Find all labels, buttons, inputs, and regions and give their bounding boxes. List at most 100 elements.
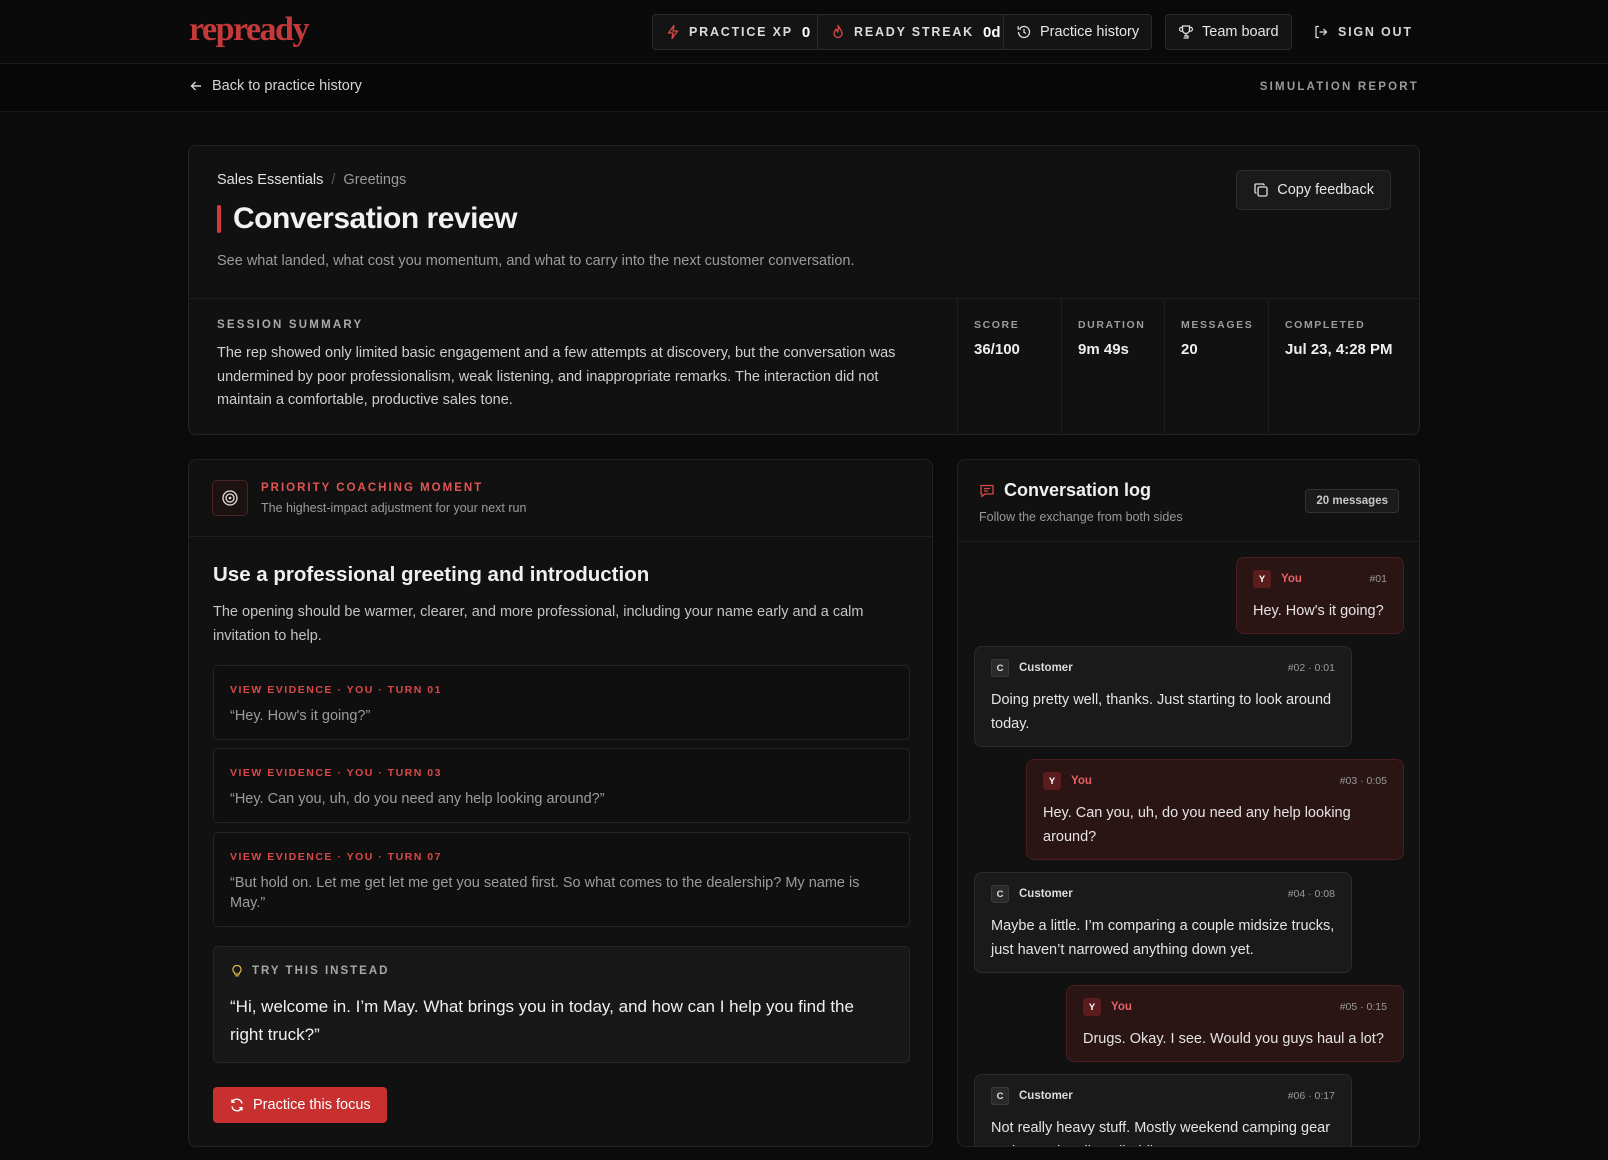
session-summary-text: The rep showed only limited basic engage… — [217, 345, 896, 408]
evidence-tag: VIEW EVIDENCE · YOU · TURN 01 — [230, 684, 442, 696]
conversation-log-subtitle: Follow the exchange from both sides — [979, 510, 1183, 524]
target-icon — [212, 480, 248, 516]
back-link[interactable]: Back to practice history — [189, 78, 362, 94]
conversation-log-title-text: Conversation log — [1004, 480, 1152, 500]
stat-score: SCORE 36/100 — [957, 298, 1061, 435]
message-meta: #06 · 0:17 — [1287, 1090, 1335, 1102]
practice-history-label: Practice history — [1040, 24, 1140, 40]
message-meta: #01 — [1369, 573, 1387, 585]
coaching-kicker: PRIORITY COACHING MOMENT — [261, 482, 484, 494]
title-accent-bar — [217, 205, 221, 233]
practice-focus-button[interactable]: Practice this focus — [213, 1087, 387, 1123]
message-text: Drugs. Okay. I see. Would you guys haul … — [1083, 1031, 1384, 1047]
message-text: Hey. How's it going? — [1253, 603, 1384, 619]
sub-bar: Back to practice history SIMULATION REPO… — [0, 64, 1608, 112]
message-text: Doing pretty well, thanks. Just starting… — [991, 692, 1332, 732]
chat-icon — [979, 483, 995, 499]
try-label: TRY THIS INSTEAD — [230, 964, 389, 978]
chat-message: Y You #03 · 0:05 Hey. Can you, uh, do you … — [1026, 759, 1404, 860]
stat-value: Jul 23, 4:28 PM — [1285, 341, 1393, 358]
stat-value: 9m 49s — [1078, 341, 1129, 358]
breadcrumb: Sales Essentials / Greetings — [217, 172, 406, 188]
coaching-description: The opening should be warmer, clearer, a… — [213, 604, 864, 644]
session-summary-label: SESSION SUMMARY — [217, 319, 364, 331]
message-author: Customer — [1019, 662, 1073, 674]
app-logo[interactable]: repready — [189, 12, 309, 48]
practice-focus-label: Practice this focus — [253, 1097, 371, 1113]
chat-message: C Customer #02 · 0:01 Doing pretty well, t… — [974, 646, 1352, 747]
try-label-text: TRY THIS INSTEAD — [252, 965, 390, 977]
history-icon — [1016, 24, 1032, 40]
sign-out-label: SIGN OUT — [1338, 25, 1413, 39]
avatar: Y — [1083, 998, 1101, 1016]
practice-xp-value: 0 — [801, 23, 811, 41]
page-title: Conversation review — [217, 202, 517, 236]
team-board-button[interactable]: Team board — [1165, 14, 1292, 50]
flame-icon — [830, 24, 846, 40]
message-author: Customer — [1019, 1090, 1073, 1102]
breadcrumb-course[interactable]: Sales Essentials — [217, 172, 323, 188]
conversation-log-title: Conversation log — [979, 480, 1151, 501]
copy-feedback-button[interactable]: Copy feedback — [1236, 170, 1391, 210]
avatar: C — [991, 1087, 1009, 1105]
avatar: C — [991, 885, 1009, 903]
session-summary: SESSION SUMMARY The rep showed only limi… — [217, 319, 927, 413]
message-text: Not really heavy stuff. Mostly weekend c… — [991, 1120, 1331, 1146]
top-nav: repready PRACTICE XP 0 READY STREAK 0d P… — [0, 0, 1608, 64]
stat-label: COMPLETED — [1285, 319, 1366, 331]
coaching-kicker-sub: The highest-impact adjustment for your n… — [261, 501, 527, 515]
copy-feedback-label: Copy feedback — [1277, 182, 1374, 198]
lightbulb-icon — [230, 964, 244, 978]
message-meta: #05 · 0:15 — [1339, 1001, 1387, 1013]
ready-streak-value: 0d — [983, 23, 1001, 41]
try-quote: “Hi, welcome in. I’m May. What brings yo… — [230, 997, 854, 1044]
breadcrumb-lesson: Greetings — [343, 172, 407, 188]
evidence-tag: VIEW EVIDENCE · YOU · TURN 03 — [230, 767, 442, 779]
message-author: You — [1071, 775, 1092, 787]
page-subtitle: See what landed, what cost you momentum,… — [217, 253, 855, 269]
practice-xp-label: PRACTICE XP — [689, 25, 793, 39]
stat-value: 36/100 — [974, 341, 1020, 358]
sign-out-button[interactable]: SIGN OUT — [1313, 14, 1413, 50]
refresh-icon — [229, 1097, 245, 1113]
message-text: Maybe a little. I’m comparing a couple m… — [991, 918, 1335, 958]
ready-streak-badge[interactable]: READY STREAK 0d — [817, 14, 1014, 50]
arrow-left-icon — [189, 79, 203, 93]
practice-history-button[interactable]: Practice history — [1003, 14, 1153, 50]
stat-duration: DURATION 9m 49s — [1061, 298, 1164, 435]
breadcrumb-separator: / — [331, 172, 336, 188]
review-header-card: Sales Essentials / Greetings Conversation … — [188, 145, 1420, 435]
message-text: Hey. Can you, uh, do you need any help l… — [1043, 805, 1351, 845]
stat-messages: MESSAGES 20 — [1164, 298, 1268, 435]
ready-streak-label: READY STREAK — [854, 25, 974, 39]
avatar: C — [991, 659, 1009, 677]
chat-message: C Customer #04 · 0:08 Maybe a little. I’m … — [974, 872, 1352, 973]
stat-completed: COMPLETED Jul 23, 4:28 PM — [1268, 298, 1420, 435]
chat-message: C Customer #06 · 0:17 Not really heavy stu… — [974, 1074, 1352, 1146]
evidence-quote: “Hey. Can you, uh, do you need any help … — [230, 791, 605, 807]
priority-coaching-card: PRIORITY COACHING MOMENT The highest-imp… — [188, 459, 933, 1147]
stat-label: SCORE — [974, 319, 1020, 331]
conversation-log-header: Conversation log Follow the exchange fro… — [958, 460, 1419, 542]
coaching-header: PRIORITY COACHING MOMENT The highest-imp… — [189, 460, 932, 537]
page-title-text: Conversation review — [233, 202, 517, 235]
chat-message: Y You #01 Hey. How's it going? — [1236, 557, 1404, 634]
message-count-badge: 20 messages — [1305, 489, 1399, 513]
practice-xp-badge[interactable]: PRACTICE XP 0 — [652, 14, 824, 50]
evidence-item[interactable]: VIEW EVIDENCE · YOU · TURN 01 “Hey. How'… — [213, 665, 910, 740]
copy-icon — [1253, 182, 1269, 198]
try-this-instead: TRY THIS INSTEAD “Hi, welcome in. I’m Ma… — [213, 946, 910, 1063]
stat-value: 20 — [1181, 341, 1198, 358]
evidence-item[interactable]: VIEW EVIDENCE · YOU · TURN 07 “But hold … — [213, 832, 910, 927]
evidence-item[interactable]: VIEW EVIDENCE · YOU · TURN 03 “Hey. Can … — [213, 748, 910, 823]
avatar: Y — [1043, 772, 1061, 790]
message-meta: #04 · 0:08 — [1287, 888, 1335, 900]
stat-label: MESSAGES — [1181, 319, 1254, 331]
message-meta: #03 · 0:05 — [1339, 775, 1387, 787]
sign-out-icon — [1313, 24, 1329, 40]
conversation-log-card: Conversation log Follow the exchange fro… — [957, 459, 1420, 1147]
coaching-heading: Use a professional greeting and introduc… — [213, 563, 650, 586]
evidence-quote: “But hold on. Let me get let me get you … — [230, 875, 860, 911]
stat-label: DURATION — [1078, 319, 1146, 331]
report-type-label: SIMULATION REPORT — [1259, 81, 1419, 93]
